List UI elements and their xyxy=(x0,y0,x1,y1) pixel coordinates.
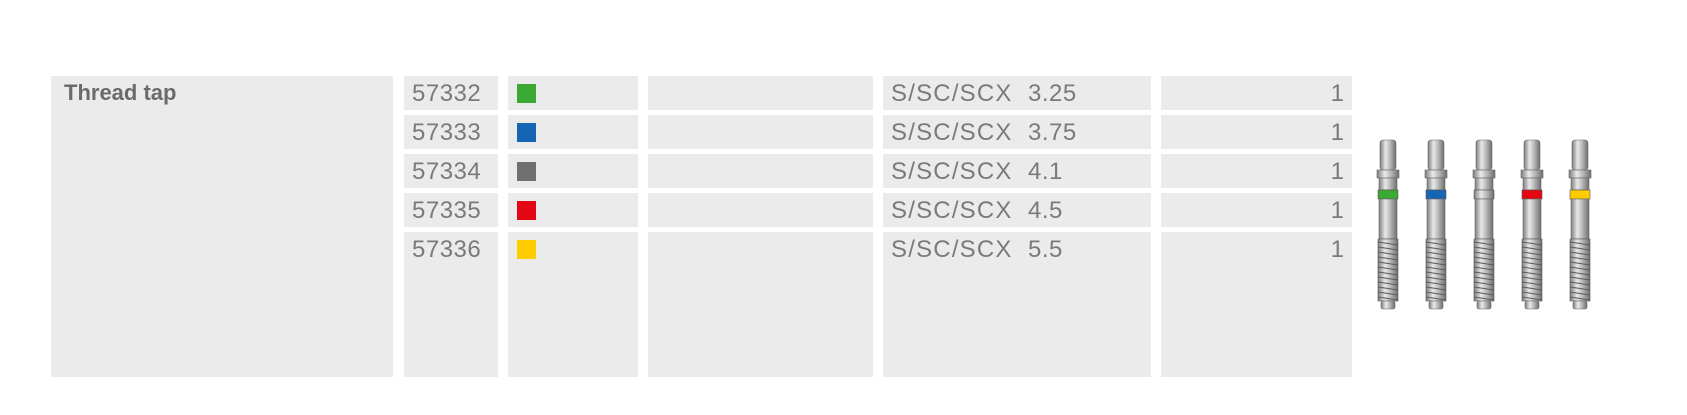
article-number: 57336 xyxy=(412,236,482,263)
color-swatch xyxy=(517,240,536,259)
quantity-value: 1 xyxy=(1330,80,1344,107)
system-label: S/SC/SCX xyxy=(891,197,1013,224)
diameter-value: 3.75 xyxy=(1028,119,1077,146)
quantity-value: 1 xyxy=(1330,158,1344,185)
thread-tap xyxy=(1568,139,1592,310)
color-swatch xyxy=(517,84,536,103)
article-number: 57335 xyxy=(412,197,482,224)
system-label: S/SC/SCX xyxy=(891,80,1013,107)
thread-tap xyxy=(1472,139,1496,310)
thread-tap xyxy=(1376,139,1400,310)
thread-tap-set-icon xyxy=(1376,139,1592,310)
diameter-value: 3.25 xyxy=(1028,80,1077,107)
empty-row-4 xyxy=(648,193,873,227)
article-number: 57332 xyxy=(412,80,482,107)
thread-tap xyxy=(1520,139,1544,310)
color-swatch xyxy=(517,123,536,142)
empty-row-3 xyxy=(648,154,873,188)
diameter-value: 4.5 xyxy=(1028,197,1063,224)
quantity-value: 1 xyxy=(1330,119,1344,146)
color-swatch xyxy=(517,201,536,220)
quantity-value: 1 xyxy=(1330,236,1344,263)
thread-tap xyxy=(1424,139,1448,310)
system-label: S/SC/SCX xyxy=(891,158,1013,185)
empty-row-2 xyxy=(648,115,873,149)
system-label: S/SC/SCX xyxy=(891,236,1013,263)
color-swatch xyxy=(517,162,536,181)
system-label: S/SC/SCX xyxy=(891,119,1013,146)
empty-row-5 xyxy=(648,232,873,377)
article-number: 57334 xyxy=(412,158,482,185)
article-number: 57333 xyxy=(412,119,482,146)
empty-row-1 xyxy=(648,76,873,110)
quantity-value: 1 xyxy=(1330,197,1344,224)
product-title: Thread tap xyxy=(64,80,177,105)
diameter-value: 5.5 xyxy=(1028,236,1063,263)
diameter-value: 4.1 xyxy=(1028,158,1063,185)
product-name-cell xyxy=(51,76,393,377)
